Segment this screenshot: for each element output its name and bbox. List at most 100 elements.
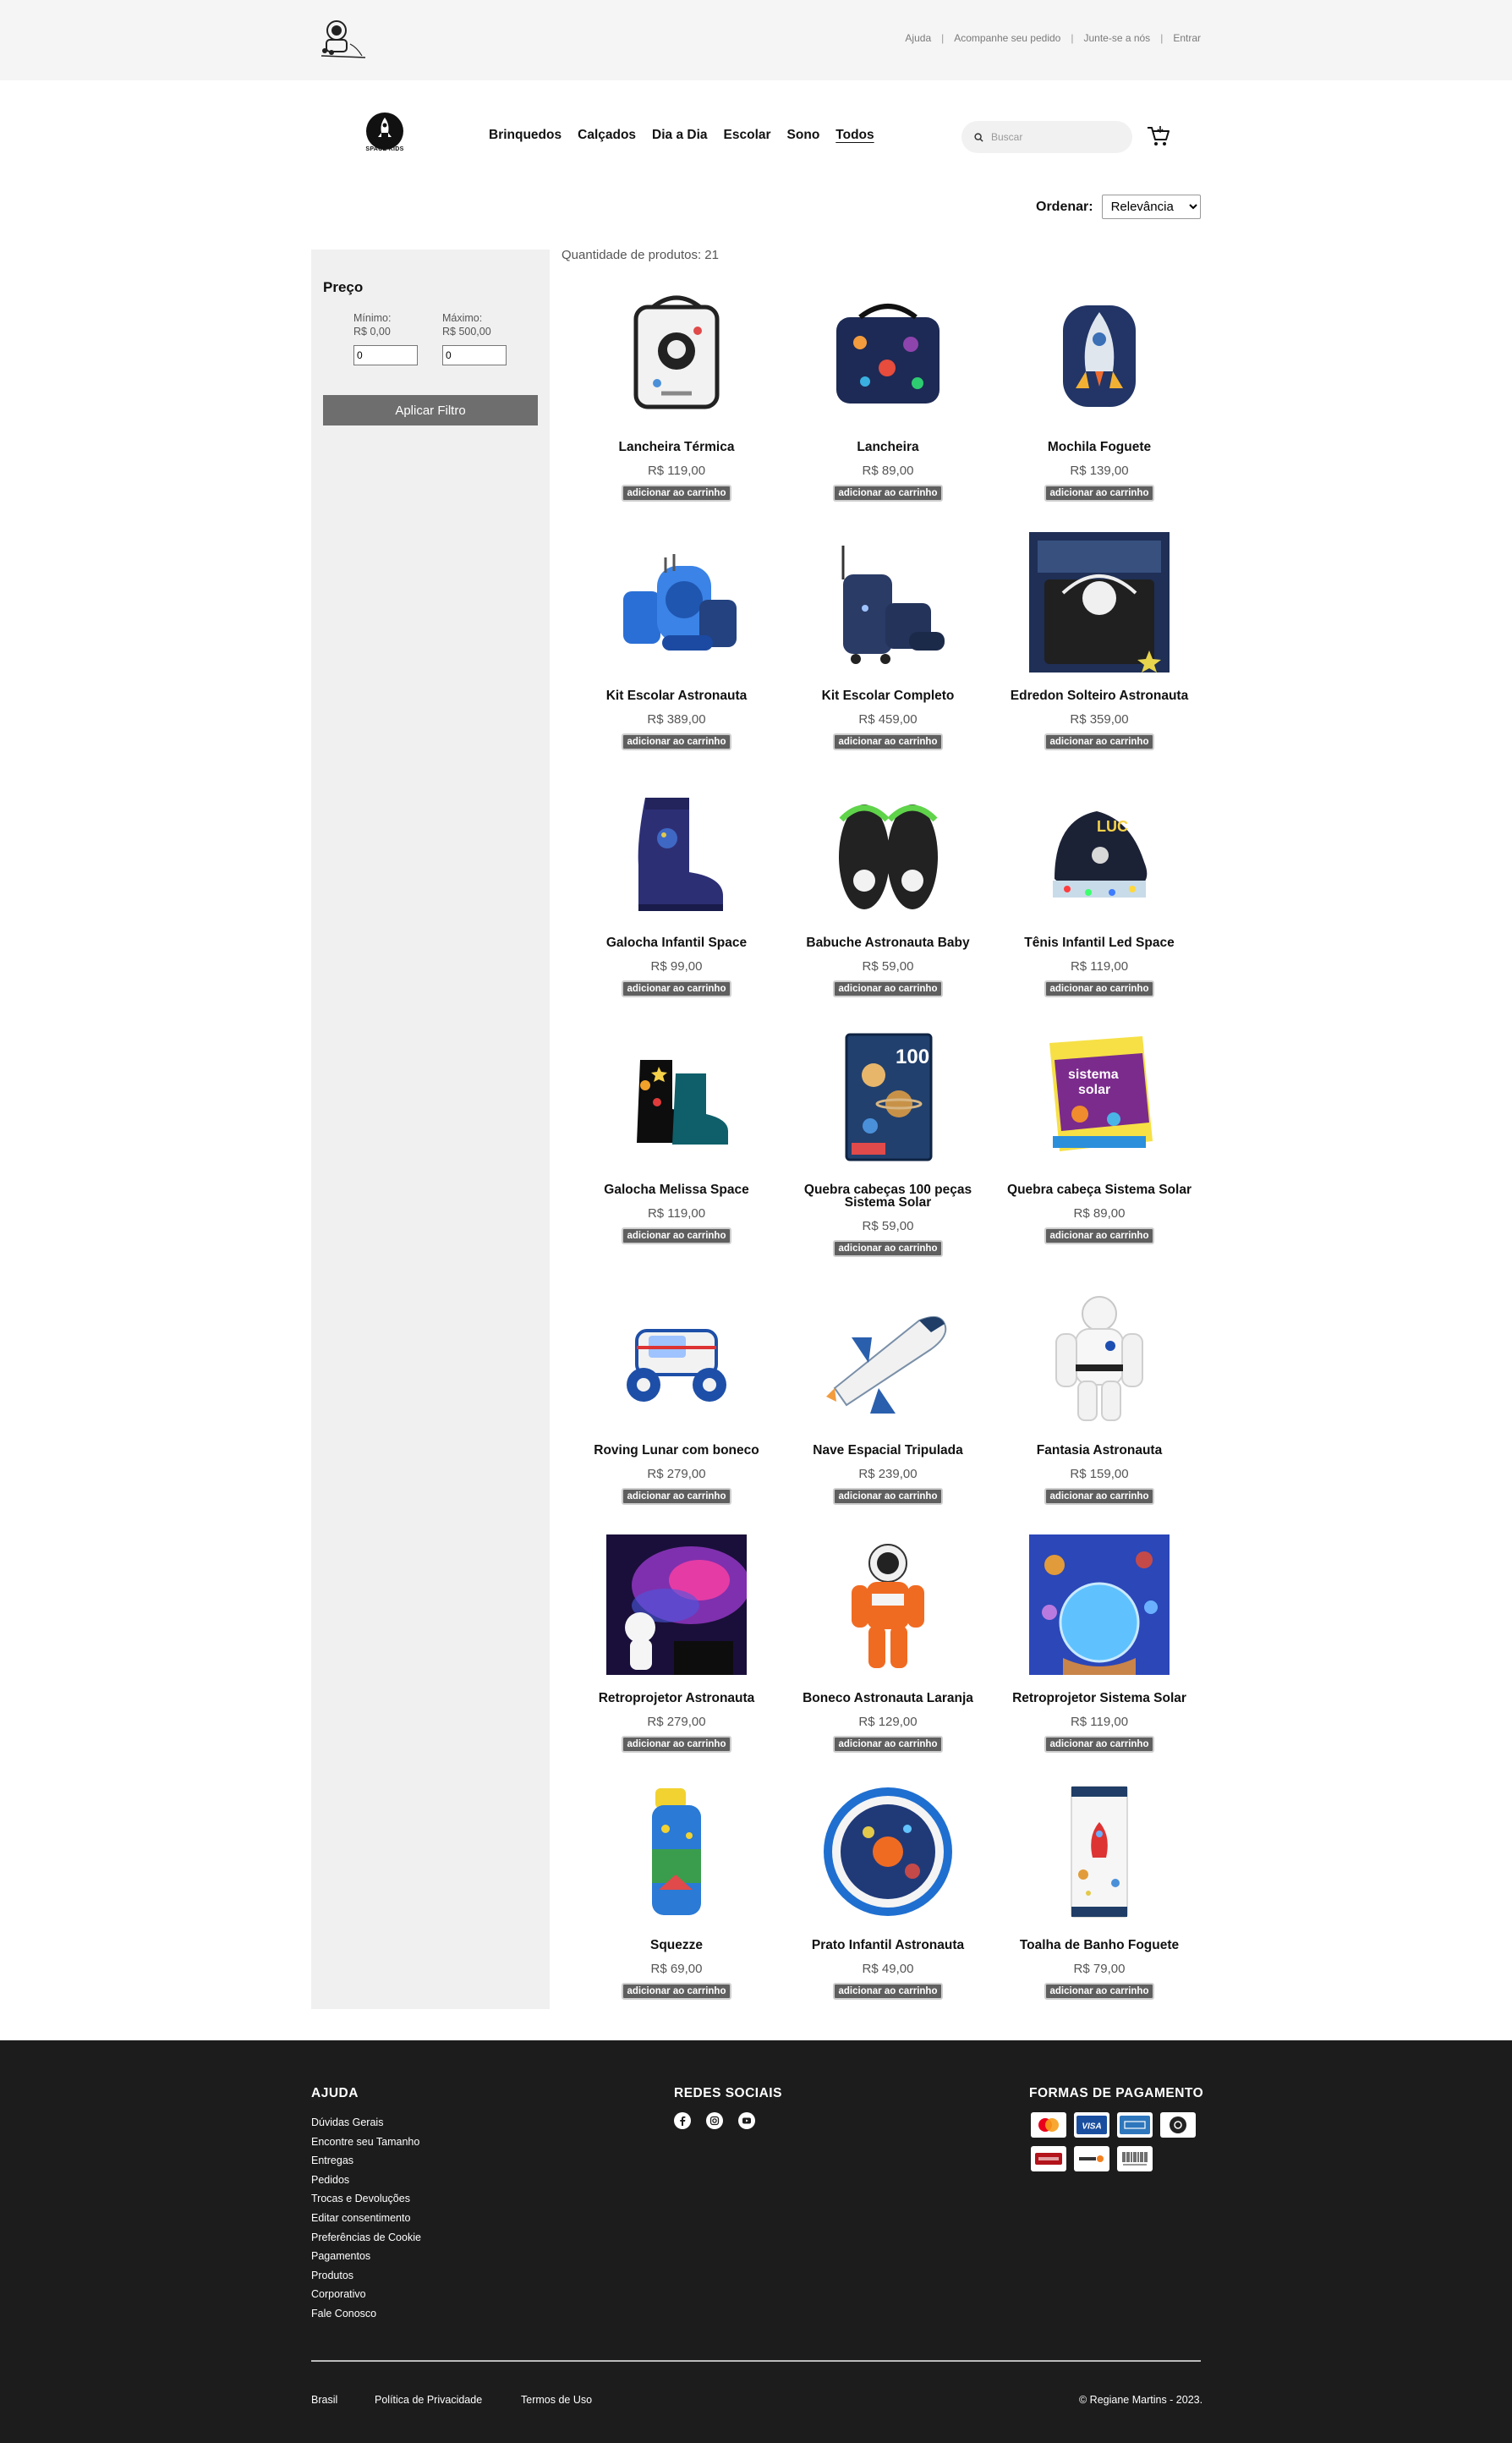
add-to-cart-button[interactable]: adicionar ao carrinho xyxy=(832,1736,944,1753)
add-to-cart-button[interactable]: adicionar ao carrinho xyxy=(621,485,732,502)
max-price-input[interactable] xyxy=(442,345,507,365)
product-image[interactable] xyxy=(606,283,747,424)
product-name[interactable]: Squezze xyxy=(571,1939,782,1952)
nav-todos[interactable]: Todos xyxy=(835,128,874,143)
add-to-cart-button[interactable]: adicionar ao carrinho xyxy=(621,1227,732,1244)
cart-icon[interactable] xyxy=(1146,124,1171,149)
product-image[interactable] xyxy=(606,1534,747,1675)
nav-dia-a-dia[interactable]: Dia a Dia xyxy=(652,128,707,143)
product-card[interactable]: Edredon Solteiro Astronauta R$ 359,00 adic… xyxy=(994,532,1205,750)
astronaut-logo-icon[interactable] xyxy=(315,19,369,63)
footer-link[interactable]: Editar consentimento xyxy=(311,2209,421,2228)
product-card[interactable]: Kit Escolar Astronauta R$ 389,00 adicionar… xyxy=(571,532,782,750)
search-box[interactable] xyxy=(961,121,1132,153)
product-image[interactable] xyxy=(606,1781,747,1922)
product-image[interactable] xyxy=(1029,1781,1170,1922)
product-image[interactable] xyxy=(818,1534,958,1675)
product-card[interactable]: 100 Quebra cabeças 100 peças Sistema Sola… xyxy=(782,1026,994,1257)
product-card[interactable]: Galocha Infantil Space R$ 99,00 adicionar … xyxy=(571,779,782,997)
product-card[interactable]: Retroprojetor Sistema Solar R$ 119,00 adic… xyxy=(994,1534,1205,1753)
footer-link[interactable]: Encontre seu Tamanho xyxy=(311,2133,421,2152)
help-link[interactable]: Ajuda xyxy=(905,32,931,44)
product-image[interactable] xyxy=(818,779,958,920)
footer-link[interactable]: Fale Conosco xyxy=(311,2304,421,2324)
product-card[interactable]: Retroprojetor Astronauta R$ 279,00 adicion… xyxy=(571,1534,782,1753)
add-to-cart-button[interactable]: adicionar ao carrinho xyxy=(832,1488,944,1505)
product-name[interactable]: Lancheira xyxy=(782,441,994,454)
add-to-cart-button[interactable]: adicionar ao carrinho xyxy=(832,1983,944,2000)
product-name[interactable]: Mochila Foguete xyxy=(994,441,1205,454)
product-name[interactable]: Tênis Infantil Led Space xyxy=(994,936,1205,950)
product-card[interactable]: Babuche Astronauta Baby R$ 59,00 adicionar… xyxy=(782,779,994,997)
product-card[interactable]: Squezze R$ 69,00 adicionar ao carrinho xyxy=(571,1781,782,2000)
nav-calcados[interactable]: Calçados xyxy=(578,128,636,143)
add-to-cart-button[interactable]: adicionar ao carrinho xyxy=(832,980,944,997)
product-card[interactable]: sistema solar Quebra cabeça Sistema Solar R… xyxy=(994,1026,1205,1244)
add-to-cart-button[interactable]: adicionar ao carrinho xyxy=(621,1983,732,2000)
product-name[interactable]: Retroprojetor Astronauta xyxy=(571,1692,782,1705)
footer-link[interactable]: Trocas e Devoluções xyxy=(311,2189,421,2209)
product-name[interactable]: Nave Espacial Tripulada xyxy=(782,1444,994,1458)
min-price-input[interactable] xyxy=(353,345,418,365)
add-to-cart-button[interactable]: adicionar ao carrinho xyxy=(1044,733,1155,750)
instagram-icon[interactable] xyxy=(706,2112,723,2129)
product-image[interactable] xyxy=(606,1026,747,1167)
product-image[interactable]: LUC xyxy=(1029,779,1170,920)
nav-brinquedos[interactable]: Brinquedos xyxy=(489,128,562,143)
product-card[interactable]: Mochila Foguete R$ 139,00 adicionar ao car… xyxy=(994,283,1205,502)
product-card[interactable]: Nave Espacial Tripulada R$ 239,00 adiciona… xyxy=(782,1287,994,1505)
product-name[interactable]: Quebra cabeça Sistema Solar xyxy=(994,1183,1205,1197)
product-image[interactable] xyxy=(818,1287,958,1427)
product-image[interactable] xyxy=(1029,1287,1170,1427)
add-to-cart-button[interactable]: adicionar ao carrinho xyxy=(621,980,732,997)
product-image[interactable] xyxy=(606,779,747,920)
add-to-cart-button[interactable]: adicionar ao carrinho xyxy=(1044,1488,1155,1505)
nav-sono[interactable]: Sono xyxy=(787,128,820,143)
product-image[interactable] xyxy=(606,532,747,673)
footer-link[interactable]: Dúvidas Gerais xyxy=(311,2113,421,2133)
product-name[interactable]: Boneco Astronauta Laranja xyxy=(782,1692,994,1705)
privacy-link[interactable]: Política de Privacidade xyxy=(375,2394,482,2406)
product-name[interactable]: Kit Escolar Astronauta xyxy=(571,689,782,703)
product-name[interactable]: Prato Infantil Astronauta xyxy=(782,1939,994,1952)
nav-escolar[interactable]: Escolar xyxy=(724,128,771,143)
product-image[interactable] xyxy=(1029,283,1170,424)
add-to-cart-button[interactable]: adicionar ao carrinho xyxy=(832,1240,944,1257)
add-to-cart-button[interactable]: adicionar ao carrinho xyxy=(1044,1983,1155,2000)
product-card[interactable]: Galocha Melissa Space R$ 119,00 adicionar … xyxy=(571,1026,782,1244)
product-name[interactable]: Quebra cabeças 100 peças Sistema Solar xyxy=(782,1183,994,1210)
product-name[interactable]: Galocha Infantil Space xyxy=(571,936,782,950)
product-card[interactable]: Kit Escolar Completo R$ 459,00 adicionar a… xyxy=(782,532,994,750)
country-link[interactable]: Brasil xyxy=(311,2394,337,2406)
product-card[interactable]: LUC Tênis Infantil Led Space R$ 119,00 adic… xyxy=(994,779,1205,997)
youtube-icon[interactable] xyxy=(738,2112,755,2129)
product-name[interactable]: Kit Escolar Completo xyxy=(782,689,994,703)
footer-link[interactable]: Pagamentos xyxy=(311,2247,421,2266)
add-to-cart-button[interactable]: adicionar ao carrinho xyxy=(621,1488,732,1505)
product-name[interactable]: Roving Lunar com boneco xyxy=(571,1444,782,1458)
add-to-cart-button[interactable]: adicionar ao carrinho xyxy=(1044,485,1155,502)
product-image[interactable] xyxy=(1029,1534,1170,1675)
add-to-cart-button[interactable]: adicionar ao carrinho xyxy=(832,733,944,750)
product-image[interactable] xyxy=(818,532,958,673)
product-card[interactable]: Toalha de Banho Foguete R$ 79,00 adicionar… xyxy=(994,1781,1205,2000)
track-order-link[interactable]: Acompanhe seu pedido xyxy=(954,32,1060,44)
product-name[interactable]: Babuche Astronauta Baby xyxy=(782,936,994,950)
login-link[interactable]: Entrar xyxy=(1173,32,1201,44)
search-input[interactable] xyxy=(991,131,1118,143)
footer-link[interactable]: Preferências de Cookie xyxy=(311,2228,421,2248)
footer-link[interactable]: Entregas xyxy=(311,2151,421,2171)
product-name[interactable]: Galocha Melissa Space xyxy=(571,1183,782,1197)
product-name[interactable]: Lancheira Térmica xyxy=(571,441,782,454)
product-image[interactable] xyxy=(606,1287,747,1427)
product-card[interactable]: Lancheira Térmica R$ 119,00 adicionar ao c… xyxy=(571,283,782,502)
add-to-cart-button[interactable]: adicionar ao carrinho xyxy=(1044,980,1155,997)
product-card[interactable]: Boneco Astronauta Laranja R$ 129,00 adicio… xyxy=(782,1534,994,1753)
add-to-cart-button[interactable]: adicionar ao carrinho xyxy=(832,485,944,502)
product-image[interactable]: 100 xyxy=(818,1026,958,1167)
product-name[interactable]: Retroprojetor Sistema Solar xyxy=(994,1692,1205,1705)
join-link[interactable]: Junte-se a nós xyxy=(1083,32,1150,44)
add-to-cart-button[interactable]: adicionar ao carrinho xyxy=(621,1736,732,1753)
product-image[interactable]: sistemasolar xyxy=(1029,1026,1170,1167)
add-to-cart-button[interactable]: adicionar ao carrinho xyxy=(1044,1227,1155,1244)
